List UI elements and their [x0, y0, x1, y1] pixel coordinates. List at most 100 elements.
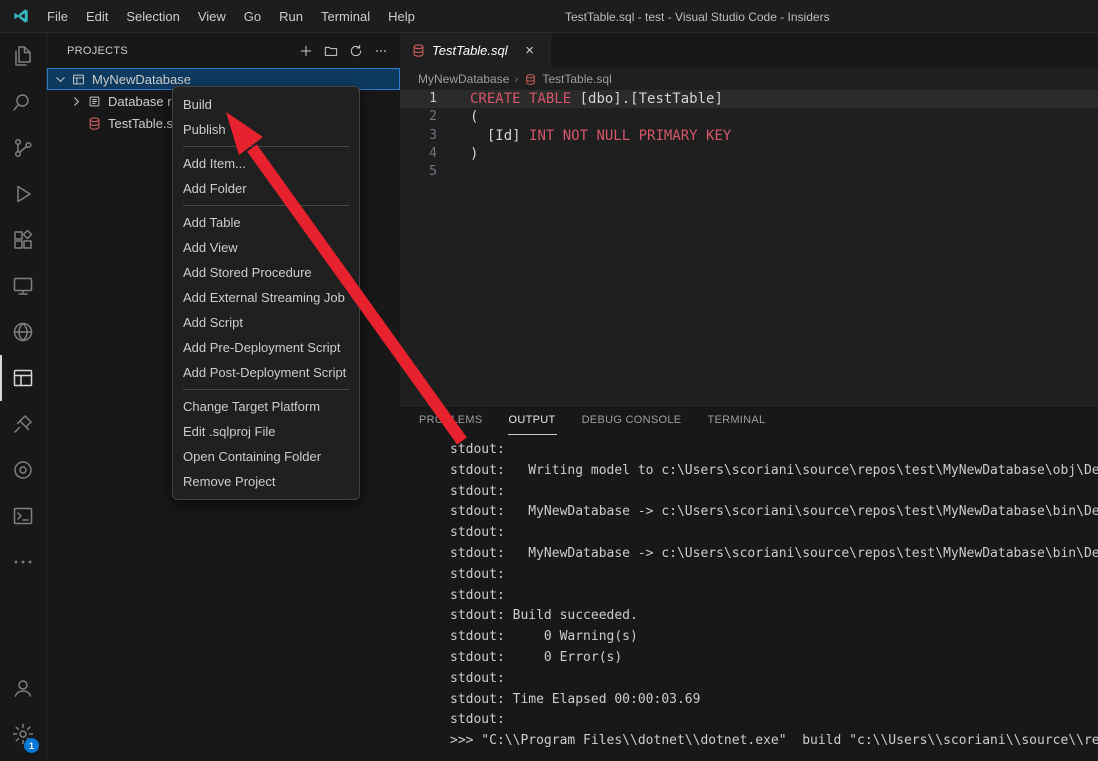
database-icon	[86, 115, 102, 131]
menu-item-add-view[interactable]: Add View	[173, 235, 359, 260]
menu-separator	[183, 146, 349, 147]
menu-item-publish[interactable]: Publish	[173, 117, 359, 142]
menu-item-add-item[interactable]: Add Item...	[173, 151, 359, 176]
settings-badge: 1	[24, 738, 39, 753]
new-project-icon[interactable]	[295, 40, 317, 62]
code-content: CREATE TABLE [dbo].[TestTable]	[446, 90, 723, 108]
code-line-3[interactable]: 3 [Id] INT NOT NULL PRIMARY KEY	[400, 127, 1098, 145]
search-icon[interactable]	[0, 79, 46, 125]
output-line: stdout: 0 Warning(s)	[450, 627, 1098, 648]
menubar-item-edit[interactable]: Edit	[77, 0, 117, 32]
menubar-item-terminal[interactable]: Terminal	[312, 0, 379, 32]
output-line: stdout:	[450, 669, 1098, 690]
sql-connections-icon[interactable]	[0, 401, 46, 447]
menu-item-add-script[interactable]: Add Script	[173, 310, 359, 335]
menu-bar: FileEditSelectionViewGoRunTerminalHelp	[38, 0, 424, 32]
menu-item-add-pre-deployment-script[interactable]: Add Pre-Deployment Script	[173, 335, 359, 360]
panel-tab-bar: PROBLEMS OUTPUT DEBUG CONSOLE TERMINAL	[400, 406, 1098, 435]
line-number: 5	[400, 163, 446, 181]
code-line-1[interactable]: 1CREATE TABLE [dbo].[TestTable]	[400, 90, 1098, 108]
accounts-icon[interactable]	[0, 665, 46, 711]
panel-tab-debug-console[interactable]: DEBUG CONSOLE	[581, 406, 683, 435]
menu-separator	[183, 205, 349, 206]
source-control-icon[interactable]	[0, 125, 46, 171]
azure-icon[interactable]	[0, 309, 46, 355]
menubar-item-help[interactable]: Help	[379, 0, 424, 32]
bottom-panel: PROBLEMS OUTPUT DEBUG CONSOLE TERMINAL stdo…	[400, 405, 1098, 761]
sidebar-title: PROJECTS	[67, 45, 295, 57]
menubar-item-go[interactable]: Go	[235, 0, 270, 32]
code-content	[446, 163, 470, 181]
menu-item-change-target-platform[interactable]: Change Target Platform	[173, 394, 359, 419]
code-line-4[interactable]: 4)	[400, 145, 1098, 163]
code-content: (	[446, 108, 478, 126]
title-bar: FileEditSelectionViewGoRunTerminalHelp T…	[0, 0, 1098, 33]
chevron-right-icon[interactable]	[68, 93, 84, 109]
menu-item-build[interactable]: Build	[173, 92, 359, 117]
code-content: [Id] INT NOT NULL PRIMARY KEY	[446, 127, 731, 145]
chevron-spacer	[68, 115, 84, 131]
breadcrumb-item-mynewdatabase[interactable]: MyNewDatabase	[418, 72, 509, 86]
menubar-item-view[interactable]: View	[189, 0, 235, 32]
activity-bar-top	[0, 33, 46, 585]
code-editor[interactable]: 1CREATE TABLE [dbo].[TestTable]2(3 [Id] …	[400, 90, 1098, 405]
output-log[interactable]: stdout:stdout: Writing model to c:\Users…	[400, 435, 1098, 761]
tab-label: TestTable.sql	[432, 43, 508, 58]
menubar-item-selection[interactable]: Selection	[117, 0, 188, 32]
more-actions-icon[interactable]	[370, 40, 392, 62]
code-line-2[interactable]: 2(	[400, 108, 1098, 126]
activity-bar: 1	[0, 33, 47, 761]
breadcrumb-item-testtable-sql[interactable]: TestTable.sql	[542, 72, 611, 86]
line-number: 4	[400, 145, 446, 163]
tree-item-label: MyNewDatabase	[92, 72, 191, 87]
project-icon	[70, 71, 86, 87]
editor-group: TestTable.sql × MyNewDatabase›TestTable.…	[400, 33, 1098, 761]
menubar-item-file[interactable]: File	[38, 0, 77, 32]
menu-item-add-table[interactable]: Add Table	[173, 210, 359, 235]
context-menu: BuildPublish Add Item...Add Folder Add Tab…	[172, 86, 360, 500]
tab-testtable-sql[interactable]: TestTable.sql ×	[400, 33, 551, 68]
code-token: [Id]	[470, 128, 529, 144]
refresh-projects-icon[interactable]	[345, 40, 367, 62]
output-line: stdout:	[450, 440, 1098, 461]
menu-item-remove-project[interactable]: Remove Project	[173, 469, 359, 494]
menu-item-add-post-deployment-script[interactable]: Add Post-Deployment Script	[173, 360, 359, 385]
vscode-window: FileEditSelectionViewGoRunTerminalHelp T…	[0, 0, 1098, 761]
tab-close-icon[interactable]: ×	[520, 41, 540, 61]
panel-tab-problems[interactable]: PROBLEMS	[418, 406, 484, 435]
code-line-5[interactable]: 5	[400, 163, 1098, 181]
open-project-icon[interactable]	[320, 40, 342, 62]
menu-item-edit-sqlproj-file[interactable]: Edit .sqlproj File	[173, 419, 359, 444]
run-and-debug-icon[interactable]	[0, 171, 46, 217]
explorer-icon[interactable]	[0, 33, 46, 79]
output-line: stdout:	[450, 586, 1098, 607]
panel-tab-output[interactable]: OUTPUT	[508, 406, 557, 435]
menu-item-add-folder[interactable]: Add Folder	[173, 176, 359, 201]
sql-extension-icon[interactable]	[0, 447, 46, 493]
menu-item-add-external-streaming-job[interactable]: Add External Streaming Job	[173, 285, 359, 310]
output-line: stdout: Writing model to c:\Users\scoria…	[450, 461, 1098, 482]
chevron-down-icon[interactable]	[52, 71, 68, 87]
line-number: 3	[400, 127, 446, 145]
line-number: 1	[400, 90, 446, 108]
menu-item-open-containing-folder[interactable]: Open Containing Folder	[173, 444, 359, 469]
code-token: [dbo].[TestTable]	[571, 91, 723, 107]
line-number: 2	[400, 108, 446, 126]
output-line: stdout:	[450, 565, 1098, 586]
extensions-icon[interactable]	[0, 217, 46, 263]
code-token: (	[470, 109, 478, 125]
menubar-item-run[interactable]: Run	[270, 0, 312, 32]
output-line: stdout:	[450, 523, 1098, 544]
object-explorer-icon[interactable]	[0, 493, 46, 539]
panel-tab-terminal[interactable]: TERMINAL	[706, 406, 766, 435]
output-line: stdout:	[450, 710, 1098, 731]
menu-item-add-stored-procedure[interactable]: Add Stored Procedure	[173, 260, 359, 285]
settings-icon[interactable]: 1	[0, 711, 46, 757]
more-views-icon[interactable]	[0, 539, 46, 585]
remote-explorer-icon[interactable]	[0, 263, 46, 309]
code-token: INT NOT NULL PRIMARY KEY	[529, 128, 731, 144]
output-line: stdout: 0 Error(s)	[450, 648, 1098, 669]
database-projects-icon[interactable]	[0, 355, 46, 401]
editor-tab-bar: TestTable.sql ×	[400, 33, 1098, 68]
output-line: >>> "C:\\Program Files\\dotnet\\dotnet.e…	[450, 731, 1098, 752]
